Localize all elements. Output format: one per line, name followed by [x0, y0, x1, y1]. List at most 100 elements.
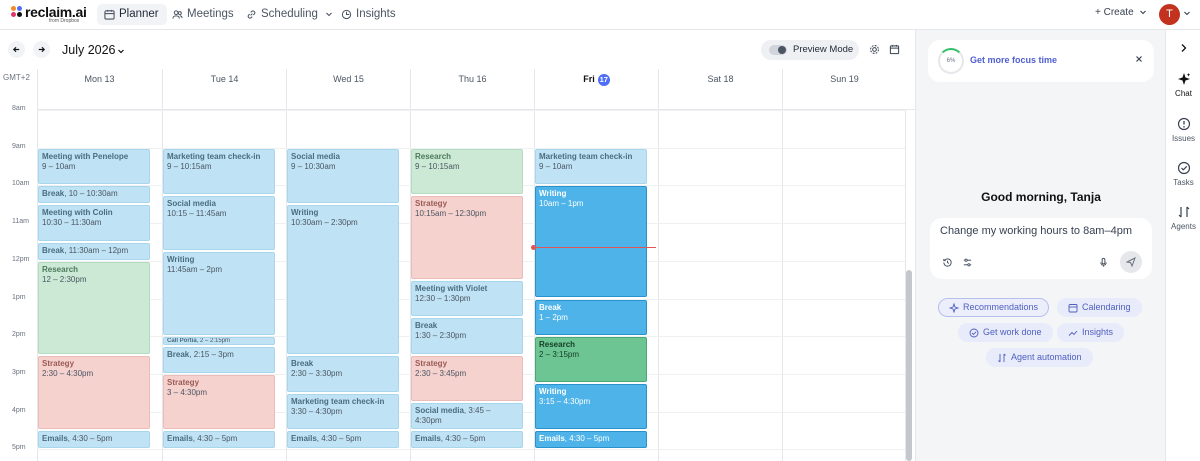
calendar-event[interactable]: Writing 3:15 – 4:30pm	[535, 384, 647, 430]
calendar-event[interactable]: Break, 10 – 10:30am	[38, 186, 150, 204]
calendar-event[interactable]: Break 1:30 – 2:30pm	[411, 318, 523, 355]
day-header[interactable]: Fri 17	[534, 69, 658, 109]
day-header[interactable]: Wed 15	[286, 69, 410, 109]
calendar-event[interactable]: Break 1 – 2pm	[535, 299, 647, 336]
create-button[interactable]: + Create	[1095, 7, 1147, 18]
event-title: Writing	[291, 208, 319, 218]
focus-time-link[interactable]: Get more focus time	[970, 55, 1057, 65]
chat-composer[interactable]: Change my working hours to 8am–4pm	[930, 218, 1152, 279]
hour-label: 12pm	[12, 255, 30, 263]
event-time: 9 – 10am	[42, 161, 76, 171]
hour-label: 3pm	[12, 368, 26, 376]
chip-get-work-done[interactable]: Get work done	[958, 323, 1053, 342]
send-icon	[1126, 257, 1136, 267]
calendar-event[interactable]: Emails, 4:30 – 5pm	[535, 431, 647, 449]
alert-icon	[1177, 117, 1190, 131]
rail-agents[interactable]: Agents	[1166, 205, 1200, 231]
calendar-event[interactable]: Social media, 3:45 – 4:30pm	[411, 403, 523, 430]
calendar-event[interactable]: Break, 11:30am – 12pm	[38, 242, 150, 260]
calendar-event[interactable]: Social media 9 – 10:30am	[287, 148, 399, 204]
rail-agents-label: Agents	[1171, 222, 1196, 231]
calendar-event[interactable]: Social media 10:15 – 11:45am	[163, 195, 275, 251]
nav-insights[interactable]: Insights	[334, 4, 404, 25]
chat-input[interactable]: Change my working hours to 8am–4pm	[940, 225, 1132, 237]
event-time: 2:30 – 3:30pm	[291, 369, 343, 379]
chip-recommendations[interactable]: Recommendations	[938, 298, 1050, 317]
day-header[interactable]: Sat 18	[658, 69, 782, 109]
event-time: 9 – 10:15am	[415, 161, 460, 171]
event-time: 10:15am – 12:30pm	[415, 208, 487, 218]
rail-chat[interactable]: Chat	[1166, 72, 1200, 98]
month-selector[interactable]: July 2026	[62, 43, 116, 57]
calendar-event[interactable]: Emails, 4:30 – 5pm	[163, 431, 275, 449]
automation-icon	[998, 353, 1006, 363]
sliders-icon[interactable]	[962, 257, 973, 268]
event-time: 9 – 10:30am	[291, 161, 336, 171]
send-button[interactable]	[1120, 251, 1142, 273]
calendar-event[interactable]: Emails, 4:30 – 5pm	[287, 431, 399, 449]
chevron-down-icon[interactable]	[117, 47, 125, 55]
calendar-event[interactable]: Strategy 10:15am – 12:30pm	[411, 195, 523, 279]
nav-scheduling-label: Scheduling	[261, 8, 318, 20]
calendar-event[interactable]: Strategy 2:30 – 4:30pm	[38, 356, 150, 430]
chip-label: Get work done	[983, 327, 1042, 337]
calendar-scrollbar[interactable]	[906, 270, 912, 461]
calendar-event[interactable]: Meeting with Violet 12:30 – 1:30pm	[411, 280, 523, 317]
calendar-event[interactable]: Call Portia, 2 – 2:15pm	[163, 337, 275, 345]
rail-issues[interactable]: Issues	[1166, 117, 1200, 143]
close-icon[interactable]	[1134, 54, 1144, 64]
preview-mode-toggle[interactable]: Preview Mode	[761, 40, 859, 60]
calendar-event[interactable]: Writing 10am – 1pm	[535, 186, 647, 298]
day-header[interactable]: Mon 13	[37, 69, 161, 109]
chevron-right-icon[interactable]	[1180, 43, 1188, 53]
chevron-down-icon	[1140, 10, 1147, 15]
day-header-label: Wed 15	[333, 74, 364, 84]
hour-label: 4pm	[12, 406, 26, 414]
focus-time-card[interactable]: 6% Get more focus time	[928, 40, 1154, 82]
calendar-event[interactable]: Research 9 – 10:15am	[411, 148, 523, 194]
calendar-event[interactable]: Break 2:30 – 3:30pm	[287, 356, 399, 392]
calendar-event[interactable]: Meeting with Penelope 9 – 10am	[38, 148, 150, 185]
event-title: Strategy	[415, 198, 448, 208]
history-icon[interactable]	[942, 257, 953, 268]
microphone-icon[interactable]	[1098, 257, 1109, 268]
next-week-button[interactable]	[33, 41, 50, 58]
day-header[interactable]: Tue 14	[162, 69, 286, 109]
calendar-event[interactable]: Writing 11:45am – 2pm	[163, 252, 275, 336]
rail-issues-label: Issues	[1171, 134, 1196, 143]
calendar-event[interactable]: Emails, 4:30 – 5pm	[38, 431, 150, 449]
chevron-down-icon[interactable]	[1183, 9, 1191, 17]
calendar-event[interactable]: Marketing team check-in 3:30 – 4:30pm	[287, 393, 399, 430]
settings-icon[interactable]	[869, 44, 880, 55]
event-title: Meeting with Penelope	[42, 151, 129, 161]
nav-meetings[interactable]: Meetings	[165, 4, 242, 25]
calendar-event[interactable]: Research 2 – 3:15pm	[535, 337, 647, 383]
nav-planner[interactable]: Planner	[97, 4, 167, 25]
calendar-event[interactable]: Writing 10:30am – 2:30pm	[287, 205, 399, 355]
calendar-event[interactable]: Break, 2:15 – 3pm	[163, 346, 275, 373]
nav-scheduling[interactable]: Scheduling	[239, 4, 341, 25]
chip-label: Calendaring	[1082, 302, 1131, 312]
calendar-event[interactable]: Meeting with Colin 10:30 – 11:30am	[38, 205, 150, 241]
rail-tasks[interactable]: Tasks	[1166, 161, 1200, 187]
hour-label: 5pm	[12, 444, 26, 452]
calendar-icon[interactable]	[889, 44, 900, 55]
day-header[interactable]: Sun 19	[782, 69, 906, 109]
calendar-event[interactable]: Marketing team check-in 9 – 10:15am	[163, 148, 275, 194]
day-header[interactable]: Thu 16	[410, 69, 534, 109]
chip-agent-automation[interactable]: Agent automation	[986, 348, 1093, 367]
chip-insights[interactable]: Insights	[1057, 323, 1125, 342]
prev-week-button[interactable]	[8, 41, 25, 58]
avatar[interactable]: T	[1159, 4, 1180, 25]
calendar-event[interactable]: Marketing team check-in 9 – 10am	[535, 148, 647, 185]
chip-calendaring[interactable]: Calendaring	[1057, 298, 1142, 317]
calendar-event[interactable]: Strategy 2:30 – 3:45pm	[411, 356, 523, 402]
hour-label: 8am	[12, 105, 26, 112]
calendar-event[interactable]: Strategy 3 – 4:30pm	[163, 374, 275, 430]
event-time: 3:15 – 4:30pm	[539, 397, 591, 407]
toggle-switch[interactable]	[769, 45, 787, 55]
event-title: Marketing team check-in	[167, 151, 261, 161]
event-time: 3 – 4:30pm	[167, 387, 208, 397]
calendar-event[interactable]: Research 12 – 2:30pm	[38, 261, 150, 355]
calendar-event[interactable]: Emails, 4:30 – 5pm	[411, 431, 523, 449]
